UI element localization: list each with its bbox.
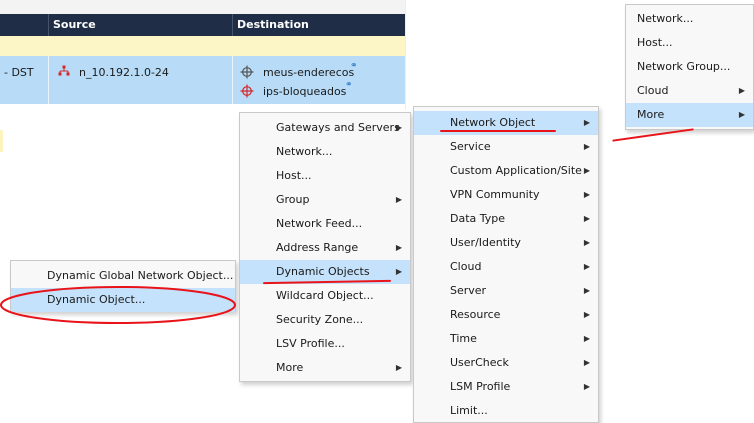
menu-item-label: LSV Profile...: [276, 337, 345, 350]
menu-item-label: Security Zone...: [276, 313, 364, 326]
submenu-arrow-icon: ▶: [395, 363, 402, 372]
submenu-arrow-icon: ▶: [395, 243, 402, 252]
menu-item-label: Cloud: [450, 260, 482, 273]
submenu-arrow-icon: ▶: [583, 358, 590, 367]
link-icon: ⚭: [345, 80, 353, 90]
menu-item-label: Custom Application/Site: [450, 164, 582, 177]
network-object-submenu: Network... Host... Network Group... Cloud ▶ M…: [625, 4, 754, 130]
menu-item-network-feed[interactable]: Network Feed...: [240, 212, 410, 236]
menu-item-service[interactable]: Service ▶: [414, 135, 598, 159]
submenu-arrow-icon: ▶: [583, 334, 590, 343]
menu-item-group[interactable]: Group ▶: [240, 188, 410, 212]
menu-item-label: More: [276, 361, 304, 374]
menu-item-label: Host...: [276, 169, 312, 182]
submenu-arrow-icon: ▶: [738, 86, 745, 95]
menu-item-custom-application-site[interactable]: Custom Application/Site ▶: [414, 159, 598, 183]
menu-item-label: UserCheck: [450, 356, 509, 369]
submenu-arrow-icon: ▶: [583, 286, 590, 295]
menu-item-label: Server: [450, 284, 487, 297]
destination-object[interactable]: ips-bloqueados: [263, 85, 346, 98]
menu-item-label: Service: [450, 140, 491, 153]
menu-item-label: Time: [450, 332, 477, 345]
menu-item-user-identity[interactable]: User/Identity ▶: [414, 231, 598, 255]
section-row: [0, 36, 405, 56]
menu-item-label: More: [637, 108, 665, 121]
menu-item-label: Dynamic Global Network Object...: [47, 269, 234, 282]
menu-item-label: Network Object: [450, 116, 536, 129]
menu-item-wildcard-object[interactable]: Wildcard Object...: [240, 284, 410, 308]
menu-item-label: User/Identity: [450, 236, 521, 249]
menu-item-lsv-profile[interactable]: LSV Profile...: [240, 332, 410, 356]
new-object-menu: Gateways and Servers ▶ Network... Host... Gr…: [239, 112, 411, 382]
column-header-destination[interactable]: Destination: [233, 14, 405, 36]
submenu-arrow-icon: ▶: [583, 142, 590, 151]
top-strip: [0, 0, 405, 15]
menu-item-host[interactable]: Host...: [626, 31, 753, 55]
menu-item-label: Network Feed...: [276, 217, 363, 230]
menu-item-label: VPN Community: [450, 188, 540, 201]
dynamic-object-icon: [240, 65, 254, 82]
menu-item-resource[interactable]: Resource ▶: [414, 303, 598, 327]
menu-item-cloud[interactable]: Cloud ▶: [626, 79, 753, 103]
menu-item-vpn-community[interactable]: VPN Community ▶: [414, 183, 598, 207]
menu-item-gateways-and-servers[interactable]: Gateways and Servers ▶: [240, 116, 410, 140]
table-row[interactable]: - DST n_10.192.1.0-24 meus-enderecos ⚭ i…: [0, 56, 405, 104]
submenu-arrow-icon: ▶: [583, 262, 590, 271]
submenu-arrow-icon: ▶: [583, 382, 590, 391]
menu-item-usercheck[interactable]: UserCheck ▶: [414, 351, 598, 375]
annotation-underline: [612, 128, 694, 142]
menu-item-cloud[interactable]: Cloud ▶: [414, 255, 598, 279]
annotation-ellipse: [0, 286, 236, 324]
background-panel: [405, 0, 626, 110]
menu-item-label: Limit...: [450, 404, 488, 417]
submenu-arrow-icon: ▶: [738, 110, 745, 119]
menu-item-network[interactable]: Network...: [626, 7, 753, 31]
category-submenu: Network Object ▶ Service ▶ Custom Applicatio…: [413, 106, 599, 423]
menu-item-label: Network...: [637, 12, 694, 25]
menu-item-more[interactable]: More ▶: [626, 103, 753, 127]
menu-item-data-type[interactable]: Data Type ▶: [414, 207, 598, 231]
menu-item-lsm-profile[interactable]: LSM Profile ▶: [414, 375, 598, 399]
source-object[interactable]: n_10.192.1.0-24: [79, 66, 169, 79]
menu-item-server[interactable]: Server ▶: [414, 279, 598, 303]
row-name-text: - DST: [4, 66, 34, 79]
menu-item-label: Group: [276, 193, 310, 206]
submenu-arrow-icon: ▶: [583, 310, 590, 319]
menu-item-label: Network Group...: [637, 60, 731, 73]
menu-item-label: Gateways and Servers: [276, 121, 400, 134]
destination-object[interactable]: meus-enderecos: [263, 66, 354, 79]
menu-item-network-group[interactable]: Network Group...: [626, 55, 753, 79]
menu-item-label: Data Type: [450, 212, 506, 225]
menu-item-address-range[interactable]: Address Range ▶: [240, 236, 410, 260]
submenu-arrow-icon: ▶: [395, 267, 402, 276]
column-header-source[interactable]: Source: [49, 14, 232, 36]
submenu-arrow-icon: ▶: [583, 214, 590, 223]
submenu-arrow-icon: ▶: [583, 238, 590, 247]
submenu-arrow-icon: ▶: [583, 118, 590, 127]
section-row-edge: [0, 130, 3, 152]
menu-item-label: LSM Profile: [450, 380, 511, 393]
table-header: Source Destination: [0, 14, 405, 36]
menu-item-label: Host...: [637, 36, 673, 49]
menu-item-label: Cloud: [637, 84, 669, 97]
menu-item-label: Network...: [276, 145, 333, 158]
menu-item-label: Resource: [450, 308, 501, 321]
menu-item-label: Dynamic Objects: [276, 265, 370, 278]
menu-item-label: Wildcard Object...: [276, 289, 374, 302]
link-icon: ⚭: [350, 61, 358, 71]
menu-item-security-zone[interactable]: Security Zone...: [240, 308, 410, 332]
menu-item-limit[interactable]: Limit...: [414, 399, 598, 423]
menu-item-host[interactable]: Host...: [240, 164, 410, 188]
dynamic-object-icon: [240, 84, 254, 101]
submenu-arrow-icon: ▶: [395, 195, 402, 204]
menu-item-time[interactable]: Time ▶: [414, 327, 598, 351]
menu-item-more[interactable]: More ▶: [240, 356, 410, 380]
menu-item-network[interactable]: Network...: [240, 140, 410, 164]
submenu-arrow-icon: ▶: [583, 166, 590, 175]
submenu-arrow-icon: ▶: [583, 190, 590, 199]
submenu-arrow-icon: ▶: [395, 123, 402, 132]
annotation-underline: [440, 130, 556, 132]
menu-item-label: Address Range: [276, 241, 359, 254]
network-icon: [58, 65, 70, 80]
